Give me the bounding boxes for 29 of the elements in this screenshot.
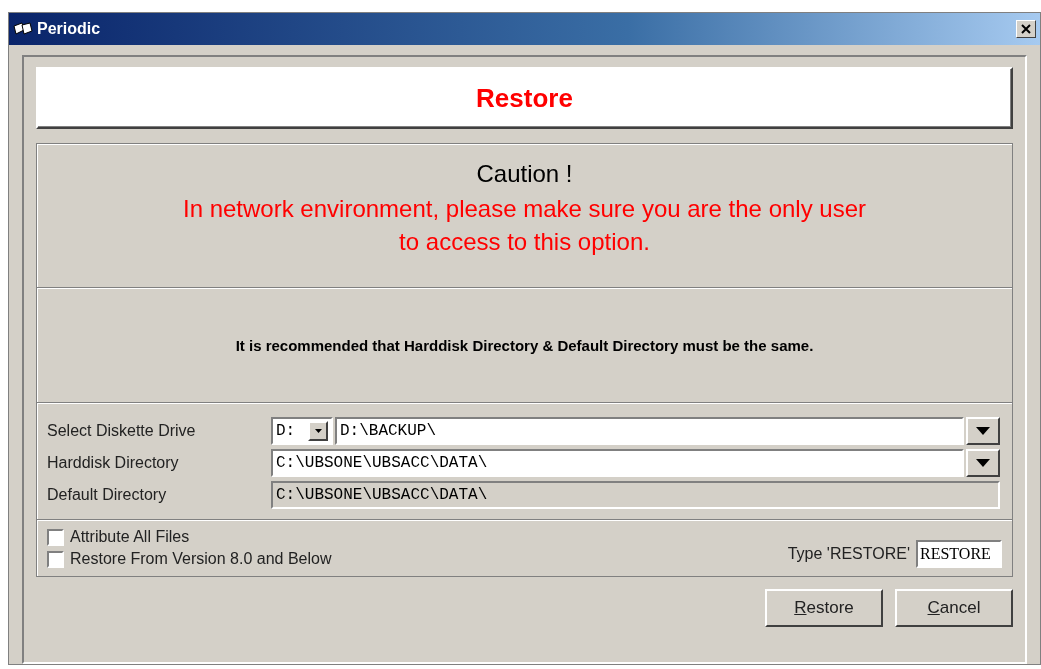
header-title: Restore bbox=[476, 82, 573, 114]
checkbox[interactable] bbox=[47, 550, 64, 568]
checkbox[interactable] bbox=[47, 528, 64, 546]
field-label: Default Directory bbox=[47, 486, 168, 504]
caret-icon bbox=[976, 459, 990, 467]
caution-heading: Caution ! bbox=[476, 160, 573, 188]
close-button[interactable] bbox=[1016, 20, 1036, 38]
checkbox-label[interactable]: Attribute All Files bbox=[70, 528, 190, 546]
confirm-field[interactable]: RESTORE bbox=[916, 540, 1002, 568]
dropdown-button[interactable] bbox=[966, 417, 1000, 445]
directory-field[interactable]: C:\UBSONE\UBSACC\DATA\ bbox=[271, 449, 964, 477]
field-label: Select Diskette Drive bbox=[47, 422, 197, 440]
window-title: Periodic bbox=[37, 20, 101, 38]
close-icon bbox=[1021, 24, 1031, 34]
caret-icon bbox=[314, 429, 322, 433]
directory-field: C:\UBSONE\UBSACC\DATA\ bbox=[271, 481, 1000, 509]
field-label: Harddisk Directory bbox=[47, 454, 180, 472]
confirm-label: Type 'RESTORE' bbox=[787, 545, 910, 563]
dropdown-button[interactable] bbox=[966, 449, 1000, 477]
drive-dropdown[interactable]: D: bbox=[271, 417, 333, 445]
dialog-button[interactable]: Cancel bbox=[895, 589, 1013, 627]
recommendation-text: It is recommended that Harddisk Directory & Default Directory must be the same. bbox=[235, 336, 814, 354]
path-field[interactable]: D:\BACKUP\ bbox=[335, 417, 964, 445]
caret-icon bbox=[976, 427, 990, 435]
checkbox-label[interactable]: Restore From Version 8.0 and Below bbox=[70, 550, 332, 568]
dropdown-button[interactable] bbox=[308, 421, 328, 441]
book-icon bbox=[13, 22, 33, 36]
caution-message: In network environment, please make sure you are the only user to access to this option. bbox=[182, 194, 867, 257]
dialog-button[interactable]: Restore bbox=[765, 589, 883, 627]
